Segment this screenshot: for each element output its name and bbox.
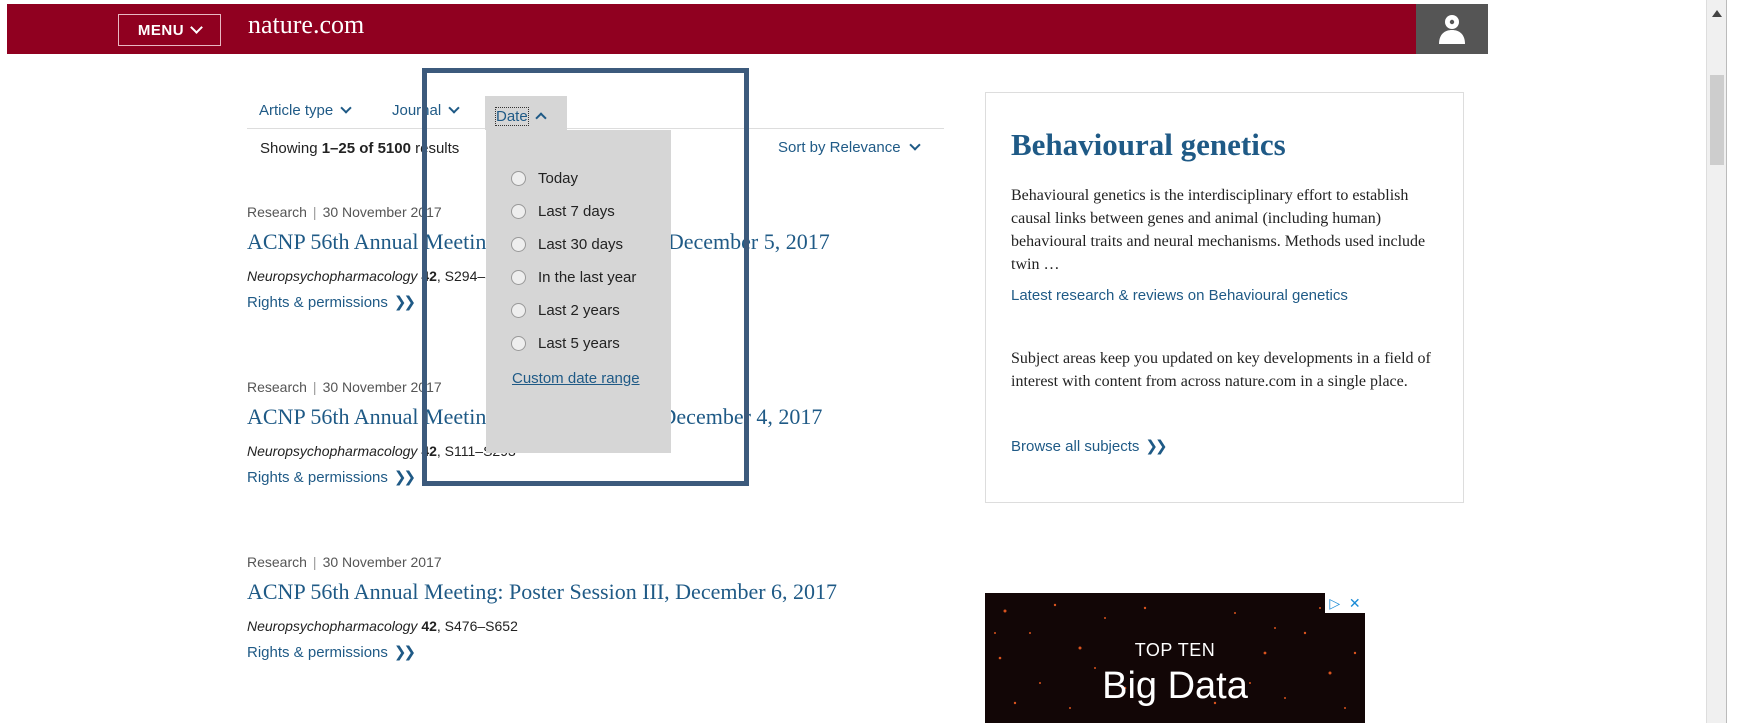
result-item: Research | 30 November 2017 ACNP 56th Annu…: [247, 554, 947, 661]
journal-label: Journal: [392, 102, 442, 119]
result-type: Research: [247, 204, 307, 220]
rights-label: Rights & permissions: [247, 644, 388, 661]
rights-label: Rights & permissions: [247, 294, 388, 311]
results-count-prefix: Showing: [260, 140, 322, 157]
results-count: Showing 1–25 of 5100 results: [260, 140, 459, 157]
double-chevron-right-icon: ❯❯: [393, 644, 416, 661]
chevron-down-icon: [908, 139, 921, 151]
double-chevron-right-icon: ❯❯: [1145, 438, 1167, 455]
double-chevron-right-icon: ❯❯: [393, 469, 416, 486]
date-dropdown-panel: Today Last 7 days Last 30 days In the la…: [486, 130, 671, 453]
vertical-scrollbar[interactable]: [1706, 0, 1726, 723]
date-option-label: Last 30 days: [538, 236, 624, 253]
article-type-label: Article type: [259, 102, 334, 119]
radio-button[interactable]: [511, 270, 526, 285]
user-icon: [1439, 15, 1465, 44]
result-pages: , S476–S652: [436, 618, 518, 634]
results-count-range: 1–25 of 5100: [321, 140, 411, 157]
advertisement[interactable]: TOP TEN Big Data ▷ ✕: [985, 593, 1365, 723]
date-label: Date: [495, 106, 529, 126]
date-option-last-30-days[interactable]: Last 30 days: [511, 236, 623, 253]
result-type: Research: [247, 554, 307, 570]
results-count-suffix: results: [410, 140, 460, 157]
menu-button[interactable]: MENU: [118, 14, 221, 46]
account-button[interactable]: [1416, 4, 1488, 54]
menu-label: MENU: [137, 21, 185, 39]
chevron-down-icon: [340, 102, 352, 114]
chevron-up-icon: [535, 112, 547, 124]
browse-subjects-label: Browse all subjects: [1011, 438, 1140, 455]
subject-card: Behavioural genetics Behavioural genetic…: [985, 92, 1464, 503]
result-journal: Neuropsychopharmacology: [247, 618, 418, 634]
date-option-label: Last 2 years: [538, 302, 620, 319]
date-option-label: Last 5 years: [538, 335, 620, 352]
date-option-last-2-years[interactable]: Last 2 years: [511, 302, 620, 319]
site-logo[interactable]: nature.com: [248, 10, 364, 40]
result-type: Research: [247, 379, 307, 395]
result-date: 30 November 2017: [322, 379, 442, 395]
ad-top-line: TOP TEN: [1134, 640, 1216, 660]
radio-button[interactable]: [511, 303, 526, 318]
date-option-last-year[interactable]: In the last year: [511, 269, 636, 286]
ad-close-icon[interactable]: ✕: [1349, 595, 1361, 612]
subject-description: Behavioural genetics is the interdiscipl…: [1011, 187, 1426, 273]
result-citation: Neuropsychopharmacology 42, S476–S652: [247, 618, 947, 634]
journal-filter[interactable]: Journal: [392, 102, 460, 119]
rights-label: Rights & permissions: [247, 469, 388, 486]
subject-info: Subject areas keep you updated on key de…: [1011, 350, 1431, 390]
date-option-last-5-years[interactable]: Last 5 years: [511, 335, 620, 352]
date-option-today[interactable]: Today: [511, 170, 578, 187]
result-date: 30 November 2017: [322, 554, 442, 570]
double-chevron-right-icon: ❯❯: [393, 294, 416, 311]
date-option-label: Today: [538, 170, 579, 187]
ad-main-line: Big Data: [1102, 665, 1248, 707]
window-edge: [1726, 0, 1727, 723]
date-filter[interactable]: Date: [485, 96, 567, 130]
result-date: 30 November 2017: [322, 204, 442, 220]
result-volume: 42: [421, 268, 437, 284]
browse-subjects-link[interactable]: Browse all subjects ❯❯: [1011, 437, 1168, 455]
result-volume: 42: [421, 618, 437, 634]
ad-choices-icon[interactable]: ▷: [1329, 595, 1340, 612]
rights-permissions-link[interactable]: Rights & permissions ❯❯: [247, 643, 947, 661]
chevron-down-icon: [190, 21, 203, 34]
result-volume: 42: [421, 443, 437, 459]
subject-title: Behavioural genetics: [1011, 127, 1286, 162]
scrollbar-thumb[interactable]: [1710, 75, 1724, 165]
date-option-label: In the last year: [538, 269, 637, 286]
radio-button[interactable]: [511, 204, 526, 219]
result-journal: Neuropsychopharmacology: [247, 443, 418, 459]
result-journal: Neuropsychopharmacology: [247, 268, 418, 284]
result-meta: Research | 30 November 2017: [247, 554, 442, 570]
ad-choices-badge[interactable]: ▷ ✕: [1325, 593, 1365, 613]
filter-bar: Article type Journal Date: [247, 96, 944, 130]
scroll-up-arrow-icon[interactable]: [1712, 10, 1722, 17]
radio-button[interactable]: [511, 336, 526, 351]
site-header: MENU nature.com: [7, 4, 1488, 54]
date-option-last-7-days[interactable]: Last 7 days: [511, 203, 615, 220]
result-title-link[interactable]: ACNP 56th Annual Meeting: Poster Session…: [247, 579, 947, 605]
sort-label: Sort by Relevance: [778, 139, 901, 156]
latest-research-link[interactable]: Latest research & reviews on Behavioural…: [1011, 287, 1348, 304]
radio-button[interactable]: [511, 237, 526, 252]
article-type-filter[interactable]: Article type: [259, 102, 352, 119]
radio-button[interactable]: [511, 171, 526, 186]
date-option-label: Last 7 days: [538, 203, 615, 220]
custom-date-range-link[interactable]: Custom date range: [512, 370, 640, 387]
rights-permissions-link[interactable]: Rights & permissions ❯❯: [247, 468, 947, 486]
sort-dropdown[interactable]: Sort by Relevance: [778, 139, 921, 156]
chevron-down-icon: [448, 102, 460, 114]
